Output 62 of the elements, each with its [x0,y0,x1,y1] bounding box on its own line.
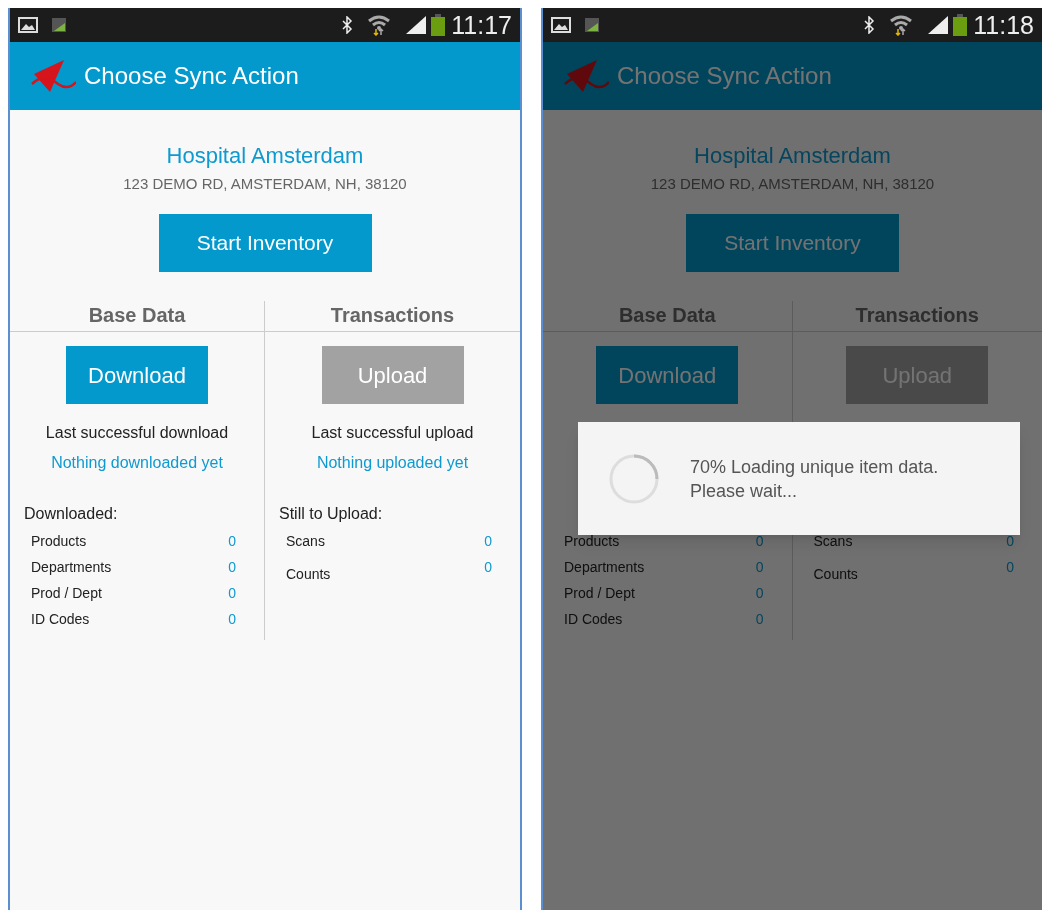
battery-icon [953,14,968,36]
count-label: Scans [813,531,853,551]
count-value: 0 [228,557,236,577]
start-inventory-button[interactable]: Start Inventory [686,214,899,272]
list-heading: Downloaded: [24,505,118,522]
count-value: 0 [484,531,492,551]
loading-spinner-icon [608,452,660,505]
count-label: Counts [286,564,331,584]
download-button[interactable]: Download [596,346,739,404]
last-sync-label: Last successful upload [311,423,474,443]
count-value: 0 [755,583,764,603]
hospital-name: Hospital Amsterdam [166,142,364,170]
count-label: Counts [813,564,858,584]
count-label: ID Codes [564,609,623,629]
count-label: Prod / Dept [564,583,635,603]
count-value: 0 [755,557,764,577]
list-heading: Still to Upload: [279,505,383,522]
bluetooth-icon [341,16,354,34]
last-sync-value: Nothing downloaded yet [51,453,223,473]
network-3g-icon [52,18,66,32]
section-heading: Transactions [330,303,455,327]
count-value: 0 [484,557,492,577]
screen-title: Choose Sync Action [617,61,832,91]
download-button[interactable]: Download [66,346,208,404]
hospital-name: Hospital Amsterdam [694,142,891,170]
section-heading: Base Data [88,303,186,327]
section-heading: Base Data [618,303,716,327]
count-value: 0 [228,531,236,551]
image-icon [18,17,38,33]
count-label: Departments [31,557,112,577]
kite-logo-icon [563,58,609,94]
count-value: 0 [228,583,236,603]
wifi-icon [889,14,914,36]
count-label: Scans [286,531,325,551]
last-sync-value: Nothing uploaded yet [316,453,469,473]
bluetooth-icon [863,16,876,34]
count-label: Products [564,531,620,551]
count-value: 0 [1006,557,1014,577]
kite-logo-icon [30,58,76,94]
hospital-address: 123 DEMO RD, AMSTERDAM, NH, 38120 [123,174,407,194]
count-value: 0 [228,609,236,629]
status-time: 11:17 [451,12,512,38]
status-time: 11:18 [973,12,1034,38]
hospital-address: 123 DEMO RD, AMSTERDAM, NH, 38120 [650,174,935,194]
count-label: Prod / Dept [31,583,102,603]
battery-icon [431,14,446,36]
count-value: 0 [755,531,764,551]
network-3g-icon [585,18,599,32]
dialog-message: 70% Loading unique item data. Please wait... [690,455,939,503]
count-label: ID Codes [31,609,90,629]
signal-icon [927,16,950,34]
count-value: 0 [1006,531,1014,551]
section-heading: Transactions [855,303,979,327]
count-value: 0 [755,609,764,629]
last-sync-label: Last successful download [45,423,229,443]
count-label: Departments [564,557,645,577]
start-inventory-button[interactable]: Start Inventory [158,214,372,272]
count-label: Products [31,531,87,551]
wifi-icon [367,14,392,36]
image-icon [551,17,571,33]
screen-title: Choose Sync Action [84,61,299,91]
signal-icon [405,16,428,34]
